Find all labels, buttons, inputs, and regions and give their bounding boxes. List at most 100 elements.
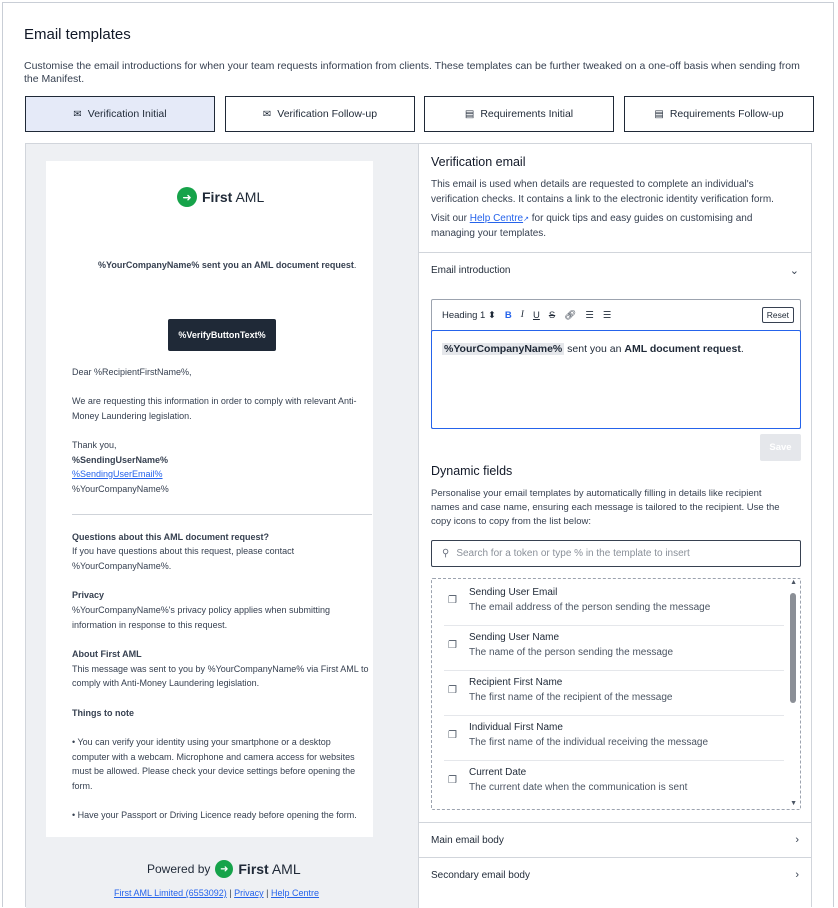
- note-1-line-2: computer with a webcam. Microphone and c…: [72, 752, 355, 762]
- scroll-down-icon[interactable]: ▼: [790, 800, 797, 807]
- help-centre-link[interactable]: Help Centre: [470, 213, 523, 224]
- company-signature: %YourCompanyName%: [72, 484, 169, 494]
- footer-privacy-link[interactable]: Privacy: [234, 888, 264, 898]
- template-panel: ➜ First AML %YourCompanyName% sent you a…: [25, 143, 812, 908]
- save-button[interactable]: Save: [760, 434, 801, 461]
- list-item: ❐ Recipient First Name The first name of…: [444, 671, 784, 716]
- token-name: Recipient First Name: [469, 677, 563, 688]
- section-main-email-body[interactable]: Main email body ›: [419, 822, 811, 857]
- footer-help-link[interactable]: Help Centre: [271, 888, 319, 898]
- powered-by-text: Powered by: [147, 862, 211, 876]
- bullet-list-icon[interactable]: ☰: [603, 310, 612, 321]
- privacy-title: Privacy: [72, 590, 105, 600]
- italic-icon[interactable]: I: [521, 310, 524, 320]
- heading-select[interactable]: Heading 1 ⬍: [442, 310, 496, 321]
- list-item: ❐ Sending User Name The name of the pers…: [444, 626, 784, 671]
- editor-title: Verification email: [431, 155, 526, 169]
- editor-desc-line-2: verification checks. It contains a link …: [431, 194, 774, 205]
- divider: [72, 514, 372, 515]
- page-title: Email templates: [24, 26, 131, 43]
- help-text-line-2: managing your templates.: [431, 228, 547, 239]
- logo-text-bold: First: [238, 861, 269, 877]
- headline-bold: AML document request: [254, 260, 354, 270]
- bold-icon[interactable]: B: [505, 310, 512, 321]
- document-icon: ▤: [654, 108, 664, 120]
- first-aml-logo-icon: ➜: [215, 860, 234, 878]
- copy-icon[interactable]: ❐: [448, 685, 457, 696]
- headline-end: .: [353, 260, 357, 270]
- powered-by: Powered by ➜ First AML: [147, 860, 301, 878]
- dynamic-desc-line-3: copy icons to copy from the list below:: [431, 516, 591, 527]
- privacy-line-2: information in response to this request.: [72, 620, 228, 630]
- things-title: Things to note: [72, 708, 134, 718]
- sender-name: %SendingUserName%: [72, 455, 169, 465]
- underline-icon[interactable]: U: [533, 310, 540, 321]
- ordered-list-icon[interactable]: ☰: [585, 310, 594, 321]
- search-input[interactable]: [456, 548, 787, 559]
- first-aml-logo: ➜ First AML: [177, 187, 264, 207]
- scrollbar-thumb[interactable]: [790, 593, 796, 703]
- editor-desc-line-1: This email is used when details are requ…: [431, 179, 754, 190]
- editor-content[interactable]: %YourCompanyName% sent you an AML docume…: [431, 330, 801, 429]
- tab-label: Requirements Follow-up: [669, 108, 784, 120]
- tab-requirements-follow-up[interactable]: ▤ Requirements Follow-up: [624, 96, 814, 132]
- logo-text-bold: First: [202, 189, 233, 205]
- email-preview-area: ➜ First AML %YourCompanyName% sent you a…: [26, 144, 419, 908]
- email-headline: %YourCompanyName% sent you an AML docume…: [98, 258, 356, 273]
- content-text: sent you an: [564, 343, 625, 355]
- list-item: ❐ Current Date The current date when the…: [444, 761, 784, 806]
- tab-label: Verification Follow-up: [277, 108, 378, 120]
- copy-icon[interactable]: ❐: [448, 640, 457, 651]
- chevron-down-icon: ⌄: [789, 264, 799, 277]
- about-line-2: comply with Anti-Money Laundering legisl…: [72, 678, 260, 688]
- logo-text-light: AML: [271, 861, 301, 877]
- scroll-up-icon[interactable]: ▲: [790, 579, 797, 586]
- copy-icon[interactable]: ❐: [448, 595, 457, 606]
- content-bold: AML document request: [624, 343, 741, 355]
- dynamic-desc-line-2: names and case name, ensuring each messa…: [431, 502, 780, 513]
- tab-verification-initial[interactable]: ✉ Verification Initial: [25, 96, 215, 132]
- reset-button[interactable]: Reset: [761, 307, 794, 323]
- token-desc: The current date when the communication …: [469, 782, 688, 793]
- section-label: Secondary email body: [431, 869, 530, 881]
- link-icon[interactable]: 🔗︎: [564, 310, 576, 321]
- questions-title: Questions about this AML document reques…: [72, 532, 270, 542]
- search-icon: ⚲: [442, 548, 450, 559]
- section-secondary-email-body[interactable]: Secondary email body ›: [419, 857, 811, 892]
- footer-company-link[interactable]: First AML Limited (6553092): [114, 888, 227, 898]
- questions-line-1: If you have questions about this request…: [72, 546, 295, 556]
- token-desc: The first name of the recipient of the m…: [469, 692, 673, 703]
- tab-requirements-initial[interactable]: ▤ Requirements Initial: [424, 96, 614, 132]
- verify-button: %VerifyButtonText%: [168, 319, 276, 351]
- privacy-line-1: %YourCompanyName%'s privacy policy appli…: [72, 605, 331, 615]
- note-2: • Have your Passport or Driving Licence …: [72, 810, 357, 820]
- tab-verification-follow-up[interactable]: ✉ Verification Follow-up: [225, 96, 415, 132]
- token-desc: The email address of the person sending …: [469, 602, 711, 613]
- strikethrough-icon[interactable]: S: [549, 310, 555, 321]
- separator: |: [229, 888, 232, 898]
- dynamic-desc-line-1: Personalise your email templates by auto…: [431, 488, 762, 499]
- chevron-right-icon: ›: [795, 834, 799, 846]
- questions-line-2: %YourCompanyName%.: [72, 561, 172, 571]
- sender-email-link[interactable]: %SendingUserEmail%: [72, 467, 163, 482]
- separator: |: [266, 888, 269, 898]
- token-list: ❐ Sending User Email The email address o…: [431, 578, 801, 810]
- token-chip[interactable]: %YourCompanyName%: [442, 343, 565, 355]
- token-name: Sending User Name: [469, 632, 560, 643]
- token-name: Current Date: [469, 767, 527, 778]
- copy-icon[interactable]: ❐: [448, 730, 457, 741]
- about-title: About First AML: [72, 649, 142, 659]
- token-desc: The name of the person sending the messa…: [469, 647, 674, 658]
- thanks: Thank you,: [72, 440, 117, 450]
- token-search: ⚲: [431, 540, 801, 567]
- token-name: Sending User Email: [469, 587, 558, 598]
- body-line-1: We are requesting this information in or…: [72, 396, 357, 406]
- copy-icon[interactable]: ❐: [448, 775, 457, 786]
- dynamic-fields-title: Dynamic fields: [431, 464, 513, 478]
- list-item: ❐ Individual First Name The first name o…: [444, 716, 784, 761]
- document-icon: ▤: [464, 108, 475, 120]
- envelope-icon: ✉: [73, 108, 82, 120]
- footer-links: First AML Limited (6553092) | Privacy | …: [114, 888, 319, 898]
- section-email-introduction[interactable]: Email introduction ⌄: [419, 252, 811, 287]
- greeting: Dear %RecipientFirstName%,: [72, 367, 192, 377]
